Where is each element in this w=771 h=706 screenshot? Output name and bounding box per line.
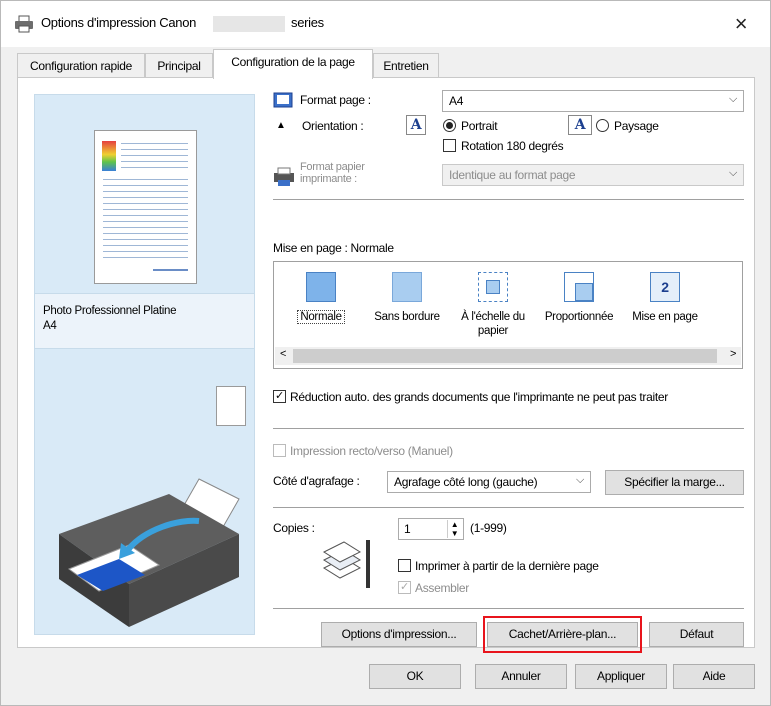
layout-item-page-layout[interactable]: 2 Mise en page bbox=[624, 272, 706, 324]
page-setup-panel: Photo Professionnel Platine A4 Format pa… bbox=[17, 77, 755, 653]
printer-paper-select[interactable]: Identique au format page ⌵ bbox=[442, 164, 744, 186]
page-size-value: A4 bbox=[449, 94, 464, 108]
chevron-down-icon: ⌵ bbox=[728, 93, 737, 105]
paper-orientation-preview bbox=[216, 386, 246, 426]
tab-main[interactable]: Principal bbox=[145, 53, 213, 78]
stapling-side-select[interactable]: Agrafage côté long (gauche) ⌵ bbox=[387, 471, 591, 493]
copies-stack-icon bbox=[322, 540, 370, 588]
page-size-icon bbox=[273, 92, 293, 108]
page-size-label: Format page : bbox=[300, 93, 371, 107]
printer-paper-label: Format papier imprimante : bbox=[300, 161, 365, 185]
copies-label: Copies : bbox=[273, 521, 315, 535]
divider bbox=[273, 199, 744, 200]
title-bar: Options d'impression Canon series × bbox=[1, 1, 770, 47]
layout-page-layout-icon: 2 bbox=[650, 272, 680, 302]
stamp-background-button[interactable]: Cachet/Arrière-plan... bbox=[487, 622, 638, 647]
copies-stepper-icon[interactable]: ▲ ▼ bbox=[447, 520, 461, 538]
redacted-model-name bbox=[213, 16, 285, 32]
copies-value[interactable]: 1 bbox=[404, 522, 411, 536]
color-sample-image bbox=[102, 141, 116, 171]
help-button[interactable]: Aide bbox=[673, 664, 755, 689]
page-layout-list: Normale Sans bordure À l'échelle du papi… bbox=[273, 261, 743, 369]
window-title: Options d'impression Canon bbox=[41, 15, 197, 30]
defaults-button[interactable]: Défaut bbox=[649, 622, 744, 647]
orientation-label: Orientation : bbox=[302, 119, 364, 133]
printer-paper-icon bbox=[274, 167, 294, 186]
scroll-thumb[interactable] bbox=[293, 349, 717, 363]
print-options-button[interactable]: Options d'impression... bbox=[321, 622, 477, 647]
printer-illustration bbox=[59, 478, 240, 627]
layout-item-fit-to-paper[interactable]: À l'échelle du papier bbox=[452, 272, 534, 338]
layout-scrollbar[interactable]: < > bbox=[275, 347, 741, 365]
apply-button[interactable]: Appliquer bbox=[575, 664, 667, 689]
close-icon[interactable]: × bbox=[735, 11, 748, 36]
print-options-window: Options d'impression Canon series × Conf… bbox=[0, 0, 771, 706]
print-from-last-page-label[interactable]: Imprimer à partir de la dernière page bbox=[415, 559, 599, 573]
orientation-bullet-icon: ▲ bbox=[276, 120, 286, 131]
media-info: Photo Professionnel Platine A4 bbox=[35, 293, 254, 349]
layout-normal-icon bbox=[306, 272, 336, 302]
landscape-radio[interactable] bbox=[596, 119, 609, 132]
layout-item-scaled[interactable]: Proportionnée bbox=[538, 272, 620, 324]
copies-input[interactable]: 1 ▲ ▼ bbox=[398, 518, 464, 540]
collate-checkbox[interactable]: ✓ bbox=[398, 581, 411, 594]
print-from-last-page-checkbox[interactable] bbox=[398, 559, 411, 572]
collate-label: Assembler bbox=[415, 581, 469, 595]
specify-margin-button[interactable]: Spécifier la marge... bbox=[605, 470, 744, 495]
rotate-180-label[interactable]: Rotation 180 degrés bbox=[461, 139, 564, 153]
reduce-large-docs-label[interactable]: Réduction auto. des grands documents que… bbox=[290, 390, 668, 404]
layout-scaled-icon bbox=[564, 272, 594, 302]
close-button[interactable]: × bbox=[726, 9, 756, 39]
tab-quick-setup[interactable]: Configuration rapide bbox=[17, 53, 145, 78]
layout-borderless-icon bbox=[392, 272, 422, 302]
scroll-right-icon[interactable]: > bbox=[725, 348, 741, 360]
duplex-checkbox[interactable] bbox=[273, 444, 286, 457]
preview-pane: Photo Professionnel Platine A4 bbox=[34, 94, 255, 635]
landscape-label[interactable]: Paysage bbox=[614, 119, 659, 133]
rotate-180-checkbox[interactable] bbox=[443, 139, 456, 152]
chevron-down-icon: ⌵ bbox=[575, 474, 584, 486]
portrait-label[interactable]: Portrait bbox=[461, 119, 498, 133]
chevron-down-icon: ⌵ bbox=[728, 167, 737, 179]
media-size-text: A4 bbox=[43, 320, 57, 332]
stapling-side-value: Agrafage côté long (gauche) bbox=[394, 475, 538, 489]
divider bbox=[273, 507, 744, 508]
stapling-side-label: Côté d'agrafage : bbox=[273, 474, 360, 488]
layout-item-borderless[interactable]: Sans bordure bbox=[366, 272, 448, 324]
copies-range: (1-999) bbox=[470, 521, 507, 535]
portrait-radio[interactable] bbox=[443, 119, 456, 132]
divider bbox=[273, 428, 744, 429]
page-size-select[interactable]: A4 ⌵ bbox=[442, 90, 744, 112]
printer-icon bbox=[15, 15, 33, 33]
scroll-left-icon[interactable]: < bbox=[275, 348, 291, 360]
tab-maintenance[interactable]: Entretien bbox=[373, 53, 439, 78]
media-type-text: Photo Professionnel Platine bbox=[43, 305, 177, 317]
tab-page-setup[interactable]: Configuration de la page bbox=[213, 49, 373, 79]
divider bbox=[273, 608, 744, 609]
ok-button[interactable]: OK bbox=[369, 664, 461, 689]
printer-paper-value: Identique au format page bbox=[449, 168, 576, 182]
cancel-button[interactable]: Annuler bbox=[475, 664, 567, 689]
reduce-large-docs-checkbox[interactable]: ✓ bbox=[273, 390, 286, 403]
duplex-label: Impression recto/verso (Manuel) bbox=[290, 444, 453, 458]
layout-label: Mise en page : Normale bbox=[273, 241, 394, 255]
window-title-suffix: series bbox=[291, 15, 324, 30]
layout-fit-to-paper-icon bbox=[478, 272, 508, 302]
portrait-orientation-icon: A bbox=[406, 115, 426, 135]
layout-item-normal[interactable]: Normale bbox=[280, 272, 362, 324]
page-preview bbox=[94, 130, 197, 284]
landscape-orientation-icon: A bbox=[568, 115, 592, 135]
